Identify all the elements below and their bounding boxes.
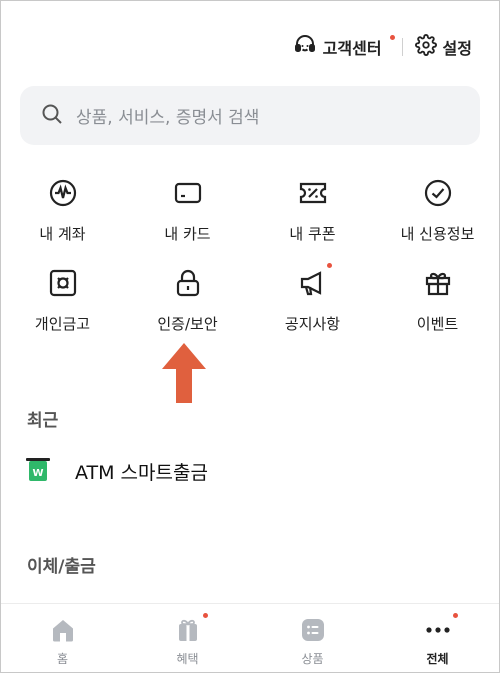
arrow-up-icon — [162, 343, 206, 403]
tab-home[interactable]: 홈 — [0, 604, 125, 673]
account-icon — [46, 176, 80, 210]
recent-item-label: ATM 스마트출금 — [75, 461, 208, 484]
gear-icon — [414, 34, 437, 60]
top-header: 고객센터 설정 — [293, 30, 472, 64]
menu-item-my-account[interactable]: 내 계좌 — [0, 170, 125, 260]
menu-item-personal-safe[interactable]: 개인금고 — [0, 260, 125, 350]
tab-label: 상품 — [301, 652, 324, 666]
menu-item-auth-security[interactable]: 인증/보안 — [125, 260, 250, 350]
megaphone-icon — [296, 263, 332, 300]
menu-item-label: 이벤트 — [416, 315, 459, 333]
menu-item-event[interactable]: 이벤트 — [375, 260, 500, 350]
bottom-nav: 홈 혜택 상품 전체 — [0, 603, 500, 673]
tab-all[interactable]: 전체 — [375, 604, 500, 673]
settings-label: 설정 — [442, 39, 472, 58]
search-icon — [40, 102, 64, 130]
notification-dot — [326, 263, 332, 268]
atm-icon: W — [25, 455, 51, 487]
card-icon — [171, 176, 205, 210]
header-divider — [401, 38, 403, 56]
lock-icon — [171, 266, 205, 300]
menu-item-label: 개인금고 — [34, 315, 91, 333]
menu-item-notice[interactable]: 공지사항 — [250, 260, 375, 350]
settings-button[interactable]: 설정 — [414, 34, 472, 60]
menu-grid: 내 계좌 내 카드 내 쿠폰 내 신용정보 개인금고 인증/보안 공지사항 이벤… — [0, 170, 500, 350]
benefit-icon — [174, 613, 208, 644]
menu-item-my-coupon[interactable]: 내 쿠폰 — [250, 170, 375, 260]
tab-benefit[interactable]: 혜택 — [125, 604, 250, 673]
transfer-section-title: 이체/출금 — [27, 557, 96, 577]
gift-icon — [421, 266, 455, 300]
notification-dot — [202, 613, 208, 618]
recent-section-title: 최근 — [27, 411, 59, 431]
menu-item-label: 내 카드 — [164, 225, 211, 243]
home-icon — [49, 616, 77, 644]
customer-center-button[interactable]: 고객센터 — [293, 33, 395, 61]
menu-item-label: 내 쿠폰 — [289, 225, 336, 243]
product-icon — [299, 616, 327, 644]
recent-item-atm[interactable]: W ATM 스마트출금 — [25, 455, 208, 487]
safe-icon — [46, 266, 80, 300]
customer-center-label: 고객센터 — [322, 39, 382, 58]
tab-product[interactable]: 상품 — [250, 604, 375, 673]
credit-check-icon — [421, 176, 455, 210]
headset-icon — [293, 33, 317, 61]
more-icon — [424, 613, 458, 644]
search-placeholder: 상품, 서비스, 증명서 검색 — [76, 108, 260, 128]
search-bar[interactable]: 상품, 서비스, 증명서 검색 — [20, 86, 480, 145]
coupon-icon — [296, 176, 330, 210]
notification-dot — [389, 35, 395, 40]
menu-item-label: 공지사항 — [284, 315, 341, 333]
menu-item-label: 인증/보안 — [157, 315, 218, 333]
notification-dot — [452, 613, 458, 618]
tab-label: 혜택 — [176, 652, 199, 666]
menu-item-label: 내 신용정보 — [400, 225, 475, 243]
tab-label: 홈 — [56, 652, 69, 666]
svg-text:W: W — [32, 468, 43, 479]
tab-label: 전체 — [426, 652, 449, 666]
menu-item-my-credit[interactable]: 내 신용정보 — [375, 170, 500, 260]
menu-item-my-card[interactable]: 내 카드 — [125, 170, 250, 260]
menu-item-label: 내 계좌 — [39, 225, 86, 243]
